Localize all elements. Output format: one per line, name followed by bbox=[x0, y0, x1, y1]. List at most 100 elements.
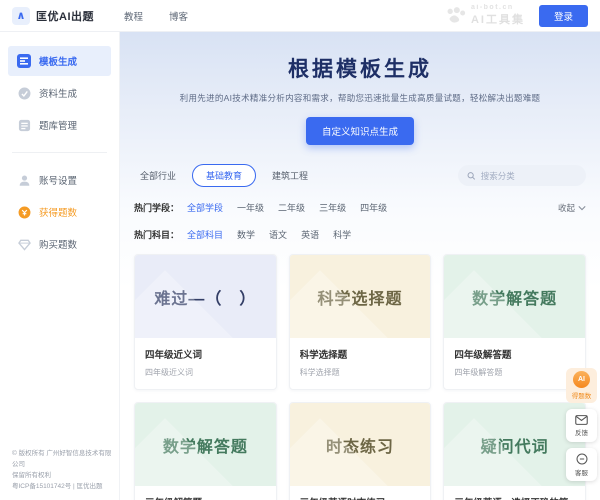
chevron-down-icon bbox=[578, 205, 586, 211]
card-banner: 数学解答题 bbox=[135, 403, 276, 486]
material-icon bbox=[17, 86, 31, 100]
card-title: 四年级近义词 bbox=[145, 347, 266, 361]
search-input[interactable] bbox=[481, 171, 577, 181]
sidebar-item-material-generate[interactable]: 资料生成 bbox=[8, 78, 111, 108]
template-card[interactable]: 难过—（ ） 四年级近义词 四年级近义词 bbox=[134, 254, 277, 390]
header-nav: 教程 博客 bbox=[124, 9, 188, 23]
template-icon bbox=[17, 54, 31, 68]
sidebar-item-buy-credits[interactable]: 购买题数 bbox=[8, 229, 111, 259]
subject-option-science[interactable]: 科学 bbox=[333, 228, 351, 241]
gem-icon bbox=[17, 237, 31, 251]
nav-tutorial[interactable]: 教程 bbox=[124, 9, 143, 23]
sidebar-item-template-generate[interactable]: 模板生成 bbox=[8, 46, 111, 76]
card-body: 三年级英语时态练习 bbox=[290, 486, 431, 500]
tab-all-industries[interactable]: 全部行业 bbox=[134, 165, 182, 186]
sidebar-footer: © 版权所有 广州好智信息技术有限公司 保留所有权利 粤ICP备15101742… bbox=[12, 448, 113, 492]
sidebar-item-label: 题库管理 bbox=[39, 118, 77, 132]
card-banner: 数学解答题 bbox=[444, 255, 585, 338]
search-icon bbox=[467, 171, 476, 181]
card-body: 四年级近义词 四年级近义词 bbox=[135, 338, 276, 389]
search-box[interactable] bbox=[458, 165, 586, 186]
card-banner: 科学选择题 bbox=[290, 255, 431, 338]
feedback-label: 反馈 bbox=[575, 427, 588, 437]
sidebar-item-label: 资料生成 bbox=[39, 86, 77, 100]
subject-filter-row: 热门科目： 全部科目 数学 语文 英语 科学 bbox=[134, 228, 586, 241]
template-card[interactable]: 时态练习 三年级英语时态练习 bbox=[289, 402, 432, 500]
app-logo[interactable]: ∧ 匡优AI出题 bbox=[12, 7, 94, 25]
custom-knowledge-generate-button[interactable]: 自定义知识点生成 bbox=[306, 117, 414, 145]
icp-line: 粤ICP备15101742号 | 匡优出题 bbox=[12, 481, 113, 492]
sidebar: 模板生成 资料生成 题库管理 账号设置 bbox=[0, 32, 120, 500]
card-body: 四年级解答题 四年级解答题 bbox=[444, 338, 585, 389]
customer-service-float-button[interactable]: 客服 bbox=[566, 448, 597, 481]
collapse-toggle[interactable]: 收起 bbox=[558, 202, 586, 214]
card-title: 三年级英语时态练习 bbox=[300, 495, 421, 500]
stage-option-grade3[interactable]: 三年级 bbox=[319, 201, 346, 214]
top-header: ∧ 匡优AI出题 教程 博客 ai-bot.cn AI工具集 登录 bbox=[0, 0, 600, 32]
watermark-logo: ai-bot.cn AI工具集 bbox=[446, 4, 525, 27]
category-tabs: 全部行业 基础教育 建筑工程 bbox=[134, 164, 586, 187]
collapse-label: 收起 bbox=[558, 202, 575, 214]
nav-blog[interactable]: 博客 bbox=[169, 9, 188, 23]
card-banner: 难过—（ ） bbox=[135, 255, 276, 338]
subject-option-chinese[interactable]: 语文 bbox=[269, 228, 287, 241]
card-title: 三年级英语，选择正确的答 bbox=[454, 495, 575, 500]
watermark-name: AI工具集 bbox=[471, 11, 525, 27]
card-title: 三年级解答题 bbox=[145, 495, 266, 500]
sidebar-item-label: 获得题数 bbox=[39, 205, 77, 219]
stage-option-all[interactable]: 全部学段 bbox=[187, 201, 223, 214]
sidebar-item-question-bank[interactable]: 题库管理 bbox=[8, 110, 111, 140]
card-banner: 时态练习 bbox=[290, 403, 431, 486]
login-button[interactable]: 登录 bbox=[539, 5, 588, 27]
copyright-line1: © 版权所有 广州好智信息技术有限公司 bbox=[12, 448, 113, 470]
credits-float-button[interactable]: AI 得题数 bbox=[566, 368, 597, 403]
card-title: 四年级解答题 bbox=[454, 347, 575, 361]
template-card[interactable]: 科学选择题 科学选择题 科学选择题 bbox=[289, 254, 432, 390]
logo-icon: ∧ bbox=[12, 7, 30, 25]
card-body: 科学选择题 科学选择题 bbox=[290, 338, 431, 389]
ai-badge-icon: AI bbox=[573, 371, 590, 388]
subject-option-math[interactable]: 数学 bbox=[237, 228, 255, 241]
page-subtitle: 利用先进的AI技术精准分析内容和需求，帮助您迅速批量生成高质量试题，轻松解决出题… bbox=[120, 92, 600, 104]
sidebar-item-account-settings[interactable]: 账号设置 bbox=[8, 165, 111, 195]
card-body: 三年级英语，选择正确的答 bbox=[444, 486, 585, 500]
sidebar-item-label: 账号设置 bbox=[39, 173, 77, 187]
stage-option-grade4[interactable]: 四年级 bbox=[360, 201, 387, 214]
sidebar-item-label: 购买题数 bbox=[39, 237, 77, 251]
main-content: 根据模板生成 利用先进的AI技术精准分析内容和需求，帮助您迅速批量生成高质量试题… bbox=[120, 32, 600, 500]
credits-label: 得题数 bbox=[572, 390, 592, 400]
card-body: 三年级解答题 bbox=[135, 486, 276, 500]
sidebar-divider bbox=[12, 152, 107, 153]
service-label: 客服 bbox=[575, 467, 588, 477]
bank-icon bbox=[17, 118, 31, 132]
logo-text: 匡优AI出题 bbox=[36, 8, 94, 24]
sidebar-item-label: 模板生成 bbox=[39, 54, 77, 68]
copyright-line2: 保留所有权利 bbox=[12, 470, 113, 481]
hero-section: 根据模板生成 利用先进的AI技术精准分析内容和需求，帮助您迅速批量生成高质量试题… bbox=[120, 32, 600, 145]
template-card[interactable]: 数学解答题 三年级解答题 bbox=[134, 402, 277, 500]
feedback-float-button[interactable]: 反馈 bbox=[566, 409, 597, 442]
tab-construction[interactable]: 建筑工程 bbox=[266, 165, 314, 186]
app-window: ∧ 匡优AI出题 教程 博客 ai-bot.cn AI工具集 登录 bbox=[0, 0, 600, 500]
floating-widgets: AI 得题数 反馈 客服 bbox=[566, 368, 597, 481]
sidebar-item-earn-credits[interactable]: 获得题数 bbox=[8, 197, 111, 227]
template-card-grid: 难过—（ ） 四年级近义词 四年级近义词 科学选择题 科学选择题 科学选择题 数… bbox=[134, 254, 586, 500]
tab-basic-education[interactable]: 基础教育 bbox=[192, 164, 256, 187]
stage-option-grade2[interactable]: 二年级 bbox=[278, 201, 305, 214]
subject-filter-label: 热门科目： bbox=[134, 228, 179, 241]
card-subtitle: 四年级解答题 bbox=[454, 367, 575, 378]
headset-icon bbox=[576, 453, 588, 465]
stage-option-grade1[interactable]: 一年级 bbox=[237, 201, 264, 214]
template-card[interactable]: 数学解答题 四年级解答题 四年级解答题 bbox=[443, 254, 586, 390]
card-banner: 疑问代词 bbox=[444, 403, 585, 486]
stage-filter-label: 热门学段： bbox=[134, 201, 179, 214]
template-card[interactable]: 疑问代词 三年级英语，选择正确的答 bbox=[443, 402, 586, 500]
page-title: 根据模板生成 bbox=[120, 53, 600, 83]
card-subtitle: 四年级近义词 bbox=[145, 367, 266, 378]
user-icon bbox=[17, 173, 31, 187]
card-subtitle: 科学选择题 bbox=[300, 367, 421, 378]
subject-option-all[interactable]: 全部科目 bbox=[187, 228, 223, 241]
subject-option-english[interactable]: 英语 bbox=[301, 228, 319, 241]
envelope-icon bbox=[575, 415, 588, 425]
card-title: 科学选择题 bbox=[300, 347, 421, 361]
